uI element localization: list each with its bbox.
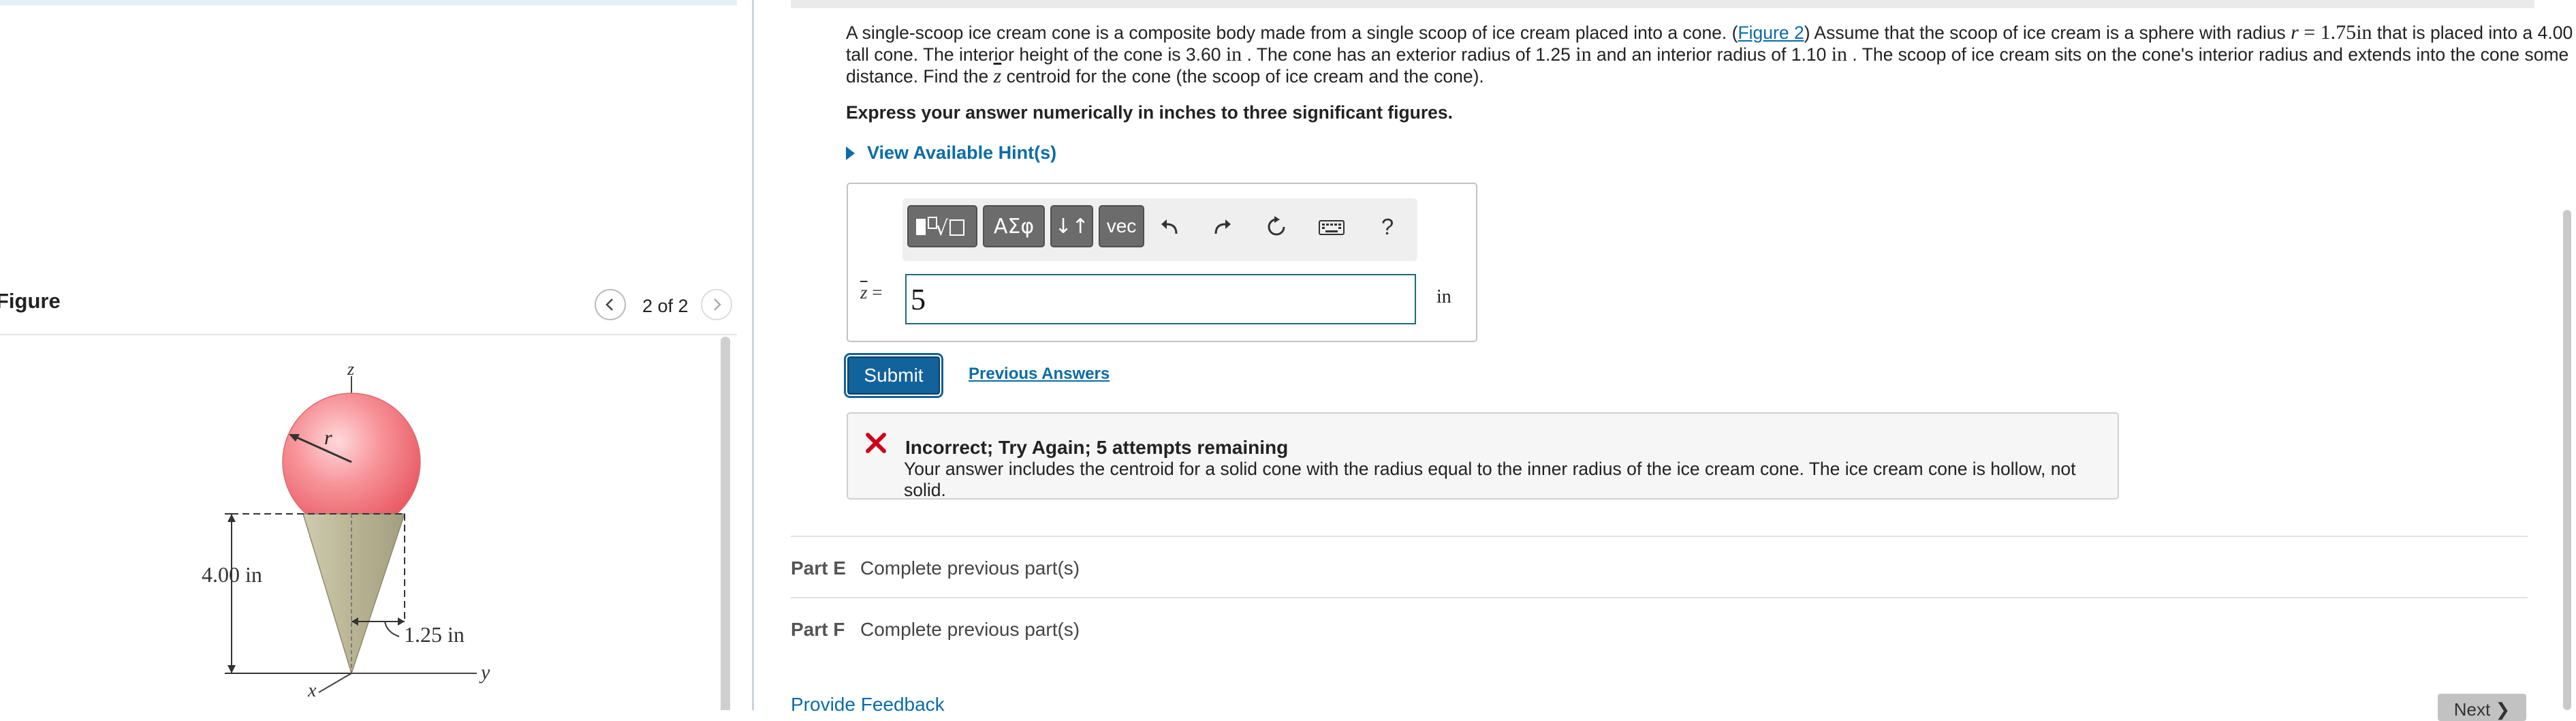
svg-text:√: √ [935,217,949,241]
left-top-bar [0,0,737,5]
right-top-bar [791,0,2534,8]
vector-button[interactable]: vec [1099,205,1144,247]
radius-label: r [324,427,332,449]
feedback-title: Incorrect; Try Again; 5 attempts remaini… [905,437,1289,458]
help-button[interactable]: ? [1374,213,1401,241]
submit-button[interactable]: Submit [844,353,943,398]
reset-button[interactable] [1263,213,1290,241]
figure-pager: 2 of 2 [642,296,689,316]
incorrect-x-icon [866,433,886,453]
answer-box: √ ΑΣφ ↓↑ vec ? z = in [847,183,1477,342]
keyboard-icon [1319,220,1345,235]
undo-icon [1161,219,1178,234]
part-f-status: Complete previous part(s) [860,619,1080,640]
x-axis-label: x [307,680,317,701]
templates-icon: √ [915,217,964,241]
height-label: 4.00 in [202,562,262,587]
math-toolbar: √ ΑΣφ ↓↑ vec ? [902,198,1417,261]
part-e-row: Part E Complete previous part(s) [791,536,2528,579]
chevron-left-icon [606,298,613,311]
undo-button[interactable] [1156,213,1183,241]
provide-feedback-link[interactable]: Provide Feedback [791,694,945,716]
answer-instruction: Express your answer numerically in inche… [846,102,1453,123]
chevron-right-icon [714,298,721,311]
part-f-label: Part F [791,619,845,640]
figure-scrollbar[interactable] [721,337,730,710]
question-text: A single-scoop ice cream cone is a compo… [846,21,2576,87]
answer-variable-label: z = [860,282,883,303]
page-scrollbar[interactable] [2563,210,2571,710]
figure-title: Figure [0,289,61,313]
part-e-label: Part E [791,557,846,579]
feedback-box: Incorrect; Try Again; 5 attempts remaini… [847,412,2119,500]
hints-label: View Available Hint(s) [867,142,1057,163]
sub-superscript-button[interactable]: ↓↑ [1050,205,1093,247]
next-figure-button[interactable] [701,289,732,320]
answer-input[interactable] [905,274,1416,324]
cone-radius-label: 1.25 in [404,622,465,647]
templates-button[interactable]: √ [907,205,977,247]
next-button[interactable]: Next ❯ [2438,694,2526,721]
redo-icon [1214,219,1231,234]
redo-button[interactable] [1209,213,1236,241]
caret-right-icon [846,146,855,160]
y-axis-label: y [479,661,490,684]
feedback-message: Your answer includes the centroid for a … [904,459,2076,500]
figure-2-link[interactable]: Figure 2 [1738,22,1804,43]
greek-symbols-button[interactable]: ΑΣφ [983,205,1045,247]
prev-figure-button[interactable] [595,289,626,320]
keyboard-button[interactable] [1318,213,1345,241]
reset-icon [1268,216,1285,236]
figure-panel: Figure 2 of 2 z r 1.25 in 4.00 in y x [0,0,737,710]
previous-answers-link[interactable]: Previous Answers [969,365,1110,384]
question-panel: A single-scoop ice cream cone is a compo… [754,0,2576,721]
answer-unit: in [1436,286,1451,307]
view-hints-toggle[interactable]: View Available Hint(s) [846,142,1056,164]
part-f-row: Part F Complete previous part(s) [791,597,2528,640]
cone-shape [302,513,406,675]
z-axis-label: z [347,359,354,379]
ice-cream-cone-figure: z r 1.25 in 4.00 in y x [202,359,490,701]
x-axis-line [318,673,352,693]
part-e-status: Complete previous part(s) [860,557,1080,579]
